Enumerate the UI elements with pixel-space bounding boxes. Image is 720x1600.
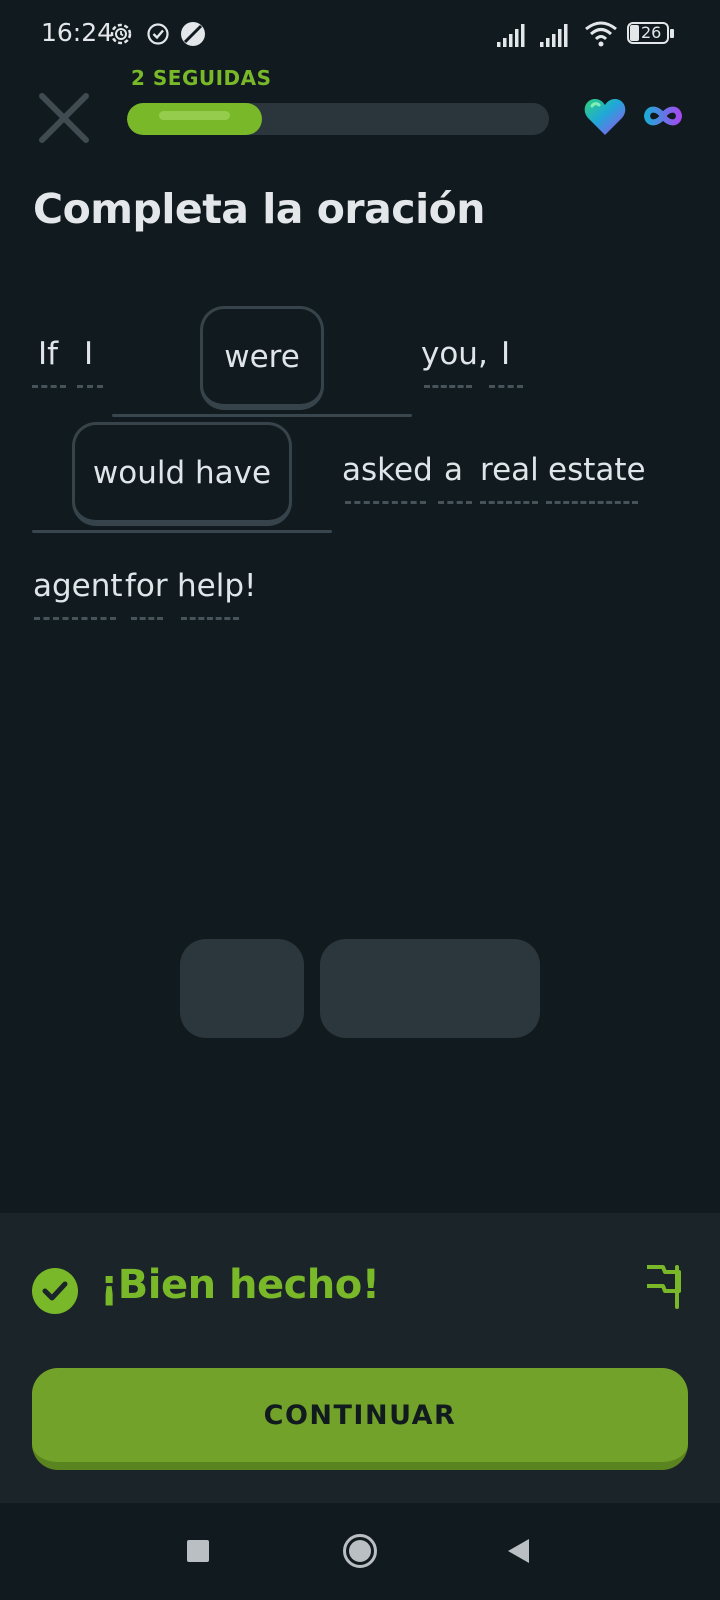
word-underline: [345, 501, 426, 504]
sentence-word[interactable]: asked: [342, 452, 433, 488]
wifi-icon: [585, 21, 617, 47]
lesson-progress-bar: [127, 103, 549, 135]
no-disturb-icon: [181, 22, 205, 46]
sentence-word[interactable]: for: [125, 568, 168, 604]
sentence-word[interactable]: you,: [421, 336, 488, 372]
recents-icon[interactable]: [186, 1539, 210, 1563]
check-circle-icon: [32, 1268, 78, 1314]
feedback-message: ¡Bien hecho!: [100, 1262, 380, 1308]
word-underline: [34, 617, 116, 620]
answer-blank: [32, 530, 332, 533]
exercise-title: Completa la oración: [33, 185, 486, 233]
answer-chip-would-have[interactable]: would have: [72, 422, 292, 526]
infinity-icon: [643, 106, 683, 126]
word-bank-slot: [320, 939, 540, 1038]
sentence-word[interactable]: a: [444, 452, 463, 488]
word-underline: [546, 501, 638, 504]
sentence-word[interactable]: If: [38, 336, 58, 372]
word-bank-slot: [180, 939, 304, 1038]
status-time: 16:24: [41, 18, 114, 47]
check-circle-icon: [147, 23, 169, 45]
answer-chip-were[interactable]: were: [200, 306, 324, 410]
heart-icon[interactable]: [583, 97, 627, 137]
back-icon[interactable]: [505, 1537, 531, 1565]
home-icon[interactable]: [342, 1533, 378, 1569]
word-underline: [131, 617, 163, 620]
streak-label: 2 SEGUIDAS: [131, 66, 272, 90]
continue-button[interactable]: CONTINUAR: [32, 1368, 688, 1470]
settings-sync-icon: [110, 23, 132, 45]
report-flag-icon[interactable]: [643, 1263, 683, 1309]
word-underline: [489, 385, 523, 388]
signal-icon: [540, 24, 568, 47]
word-underline: [77, 385, 103, 388]
answer-blank: [112, 414, 412, 417]
word-underline: [438, 501, 472, 504]
signal-icon: [497, 24, 525, 47]
close-button[interactable]: [36, 90, 92, 146]
battery-icon: 26: [627, 22, 674, 44]
progress-fill: [127, 103, 263, 135]
sentence-word[interactable]: I: [84, 336, 93, 372]
progress-shine: [159, 111, 231, 120]
word-underline: [181, 617, 239, 620]
sentence-word[interactable]: agent: [33, 568, 123, 604]
sentence-word[interactable]: help!: [177, 568, 256, 604]
sentence-word[interactable]: estate: [548, 452, 646, 488]
word-underline: [480, 501, 538, 504]
word-underline: [424, 385, 472, 388]
close-icon: [39, 93, 89, 143]
battery-level: 26: [641, 23, 662, 42]
word-underline: [32, 385, 66, 388]
sentence-word[interactable]: I: [501, 336, 510, 372]
sentence-word[interactable]: real: [480, 452, 539, 488]
